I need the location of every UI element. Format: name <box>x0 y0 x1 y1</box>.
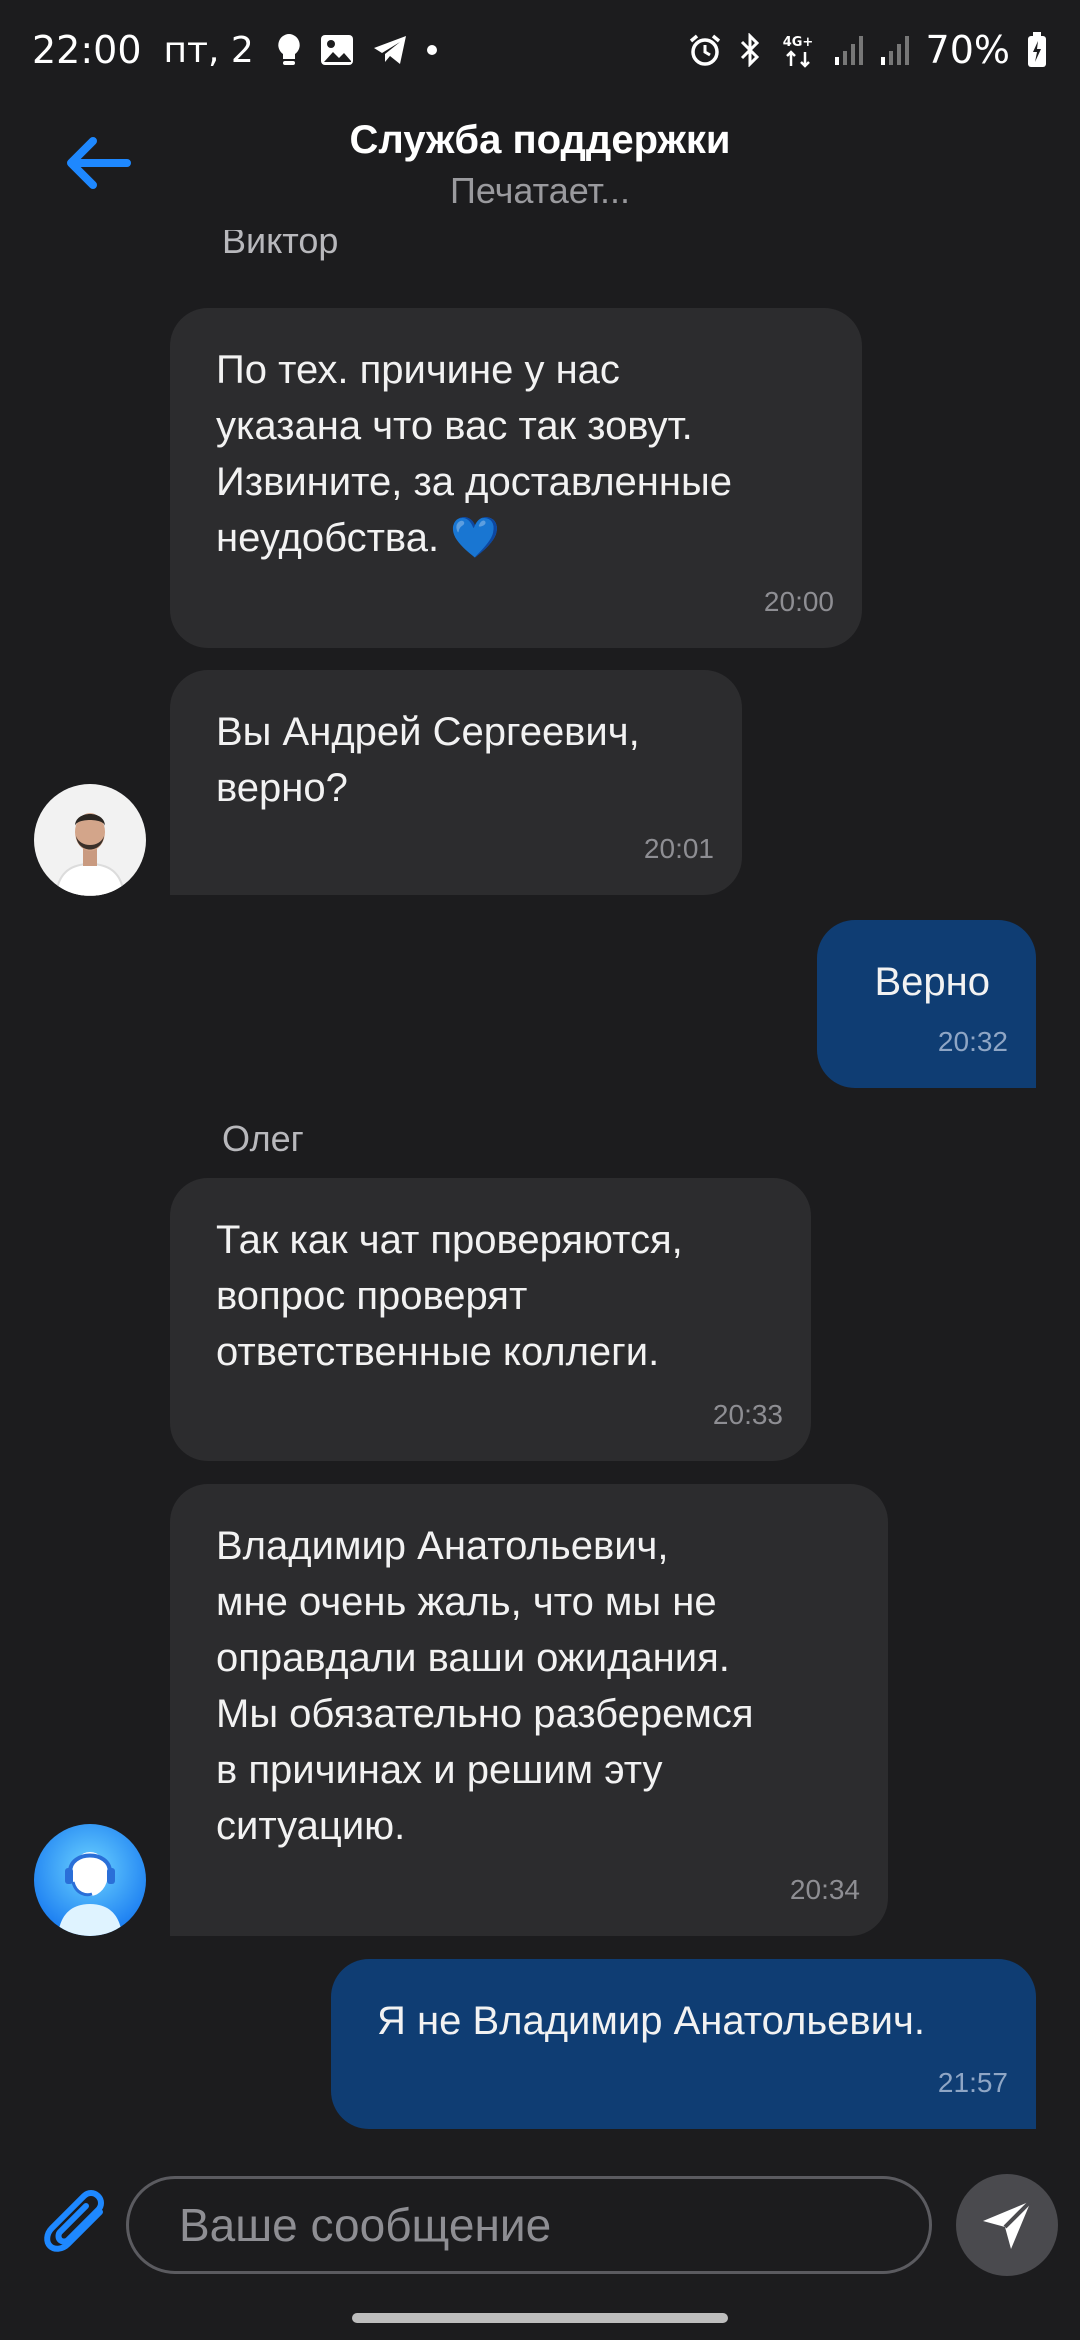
alarm-icon <box>688 33 722 67</box>
signal-icon-2 <box>880 33 910 67</box>
avatar-agent-photo[interactable] <box>34 784 146 896</box>
message-text: Владимир Анатольевич, мне очень жаль, чт… <box>216 1524 754 1848</box>
message-text: Вы Андрей Сергеевич, верно? <box>216 710 640 810</box>
signal-icon-1 <box>834 33 864 67</box>
network-type-icon: 4G+ <box>778 32 818 68</box>
message-time: 20:00 <box>763 586 834 617</box>
message-time: 20:33 <box>712 1399 783 1430</box>
dot-icon <box>426 44 438 56</box>
message-time: 20:34 <box>789 1874 860 1905</box>
sender-name: Виктор <box>222 230 339 261</box>
attach-button[interactable] <box>40 2188 120 2268</box>
telegram-icon <box>372 34 408 66</box>
message-input[interactable] <box>126 2176 932 2274</box>
status-right: 4G+ 70% <box>688 28 1048 72</box>
message-bubble-incoming[interactable]: По тех. причине у нас указана что вас та… <box>170 308 862 648</box>
chat-title: Служба поддержки <box>349 118 731 162</box>
paperclip-icon <box>44 2190 104 2252</box>
image-icon <box>320 34 354 66</box>
message-text: Я не Владимир Анатольевич. <box>377 1999 925 2043</box>
lightbulb-icon <box>276 32 302 68</box>
message-composer <box>0 2160 1080 2300</box>
status-left: 22:00 пт, 2 <box>32 28 438 72</box>
network-type-label: 4G+ <box>782 35 813 50</box>
bluetooth-icon <box>738 33 762 67</box>
message-text: Верно <box>874 960 990 1004</box>
message-bubble-outgoing[interactable]: Я не Владимир Анатольевич. 21:57 <box>331 1959 1036 2129</box>
message-time: 20:32 <box>937 1026 1008 1057</box>
send-button[interactable] <box>956 2174 1058 2276</box>
message-bubble-incoming[interactable]: Вы Андрей Сергеевич, верно? 20:01 <box>170 670 742 895</box>
message-text: По тех. причине у нас указана что вас та… <box>216 348 732 560</box>
message-time: 20:01 <box>643 833 714 864</box>
message-text: Так как чат проверяются, вопрос проверят… <box>216 1218 683 1374</box>
message-time: 21:57 <box>937 2067 1008 2098</box>
chat-header: Служба поддержки Печатает... <box>0 100 1080 230</box>
home-indicator[interactable] <box>352 2313 728 2323</box>
message-bubble-outgoing[interactable]: Верно 20:32 <box>817 920 1036 1088</box>
avatar-support-bot[interactable] <box>34 1824 146 1936</box>
status-time: 22:00 <box>32 28 142 72</box>
sender-name: Олег <box>222 1118 304 1159</box>
message-bubble-incoming[interactable]: Так как чат проверяются, вопрос проверят… <box>170 1178 811 1461</box>
message-list[interactable]: Виктор По тех. причине у нас указана что… <box>0 230 1080 2160</box>
send-icon <box>983 2199 1033 2249</box>
typing-status: Печатает... <box>449 170 631 211</box>
notification-icons <box>276 32 438 68</box>
battery-icon <box>1026 31 1048 69</box>
battery-percent: 70% <box>925 28 1010 72</box>
status-date: пт, 2 <box>163 29 254 71</box>
message-bubble-incoming[interactable]: Владимир Анатольевич, мне очень жаль, чт… <box>170 1484 888 1936</box>
status-bar: 22:00 пт, 2 4G+ 70% <box>0 0 1080 100</box>
